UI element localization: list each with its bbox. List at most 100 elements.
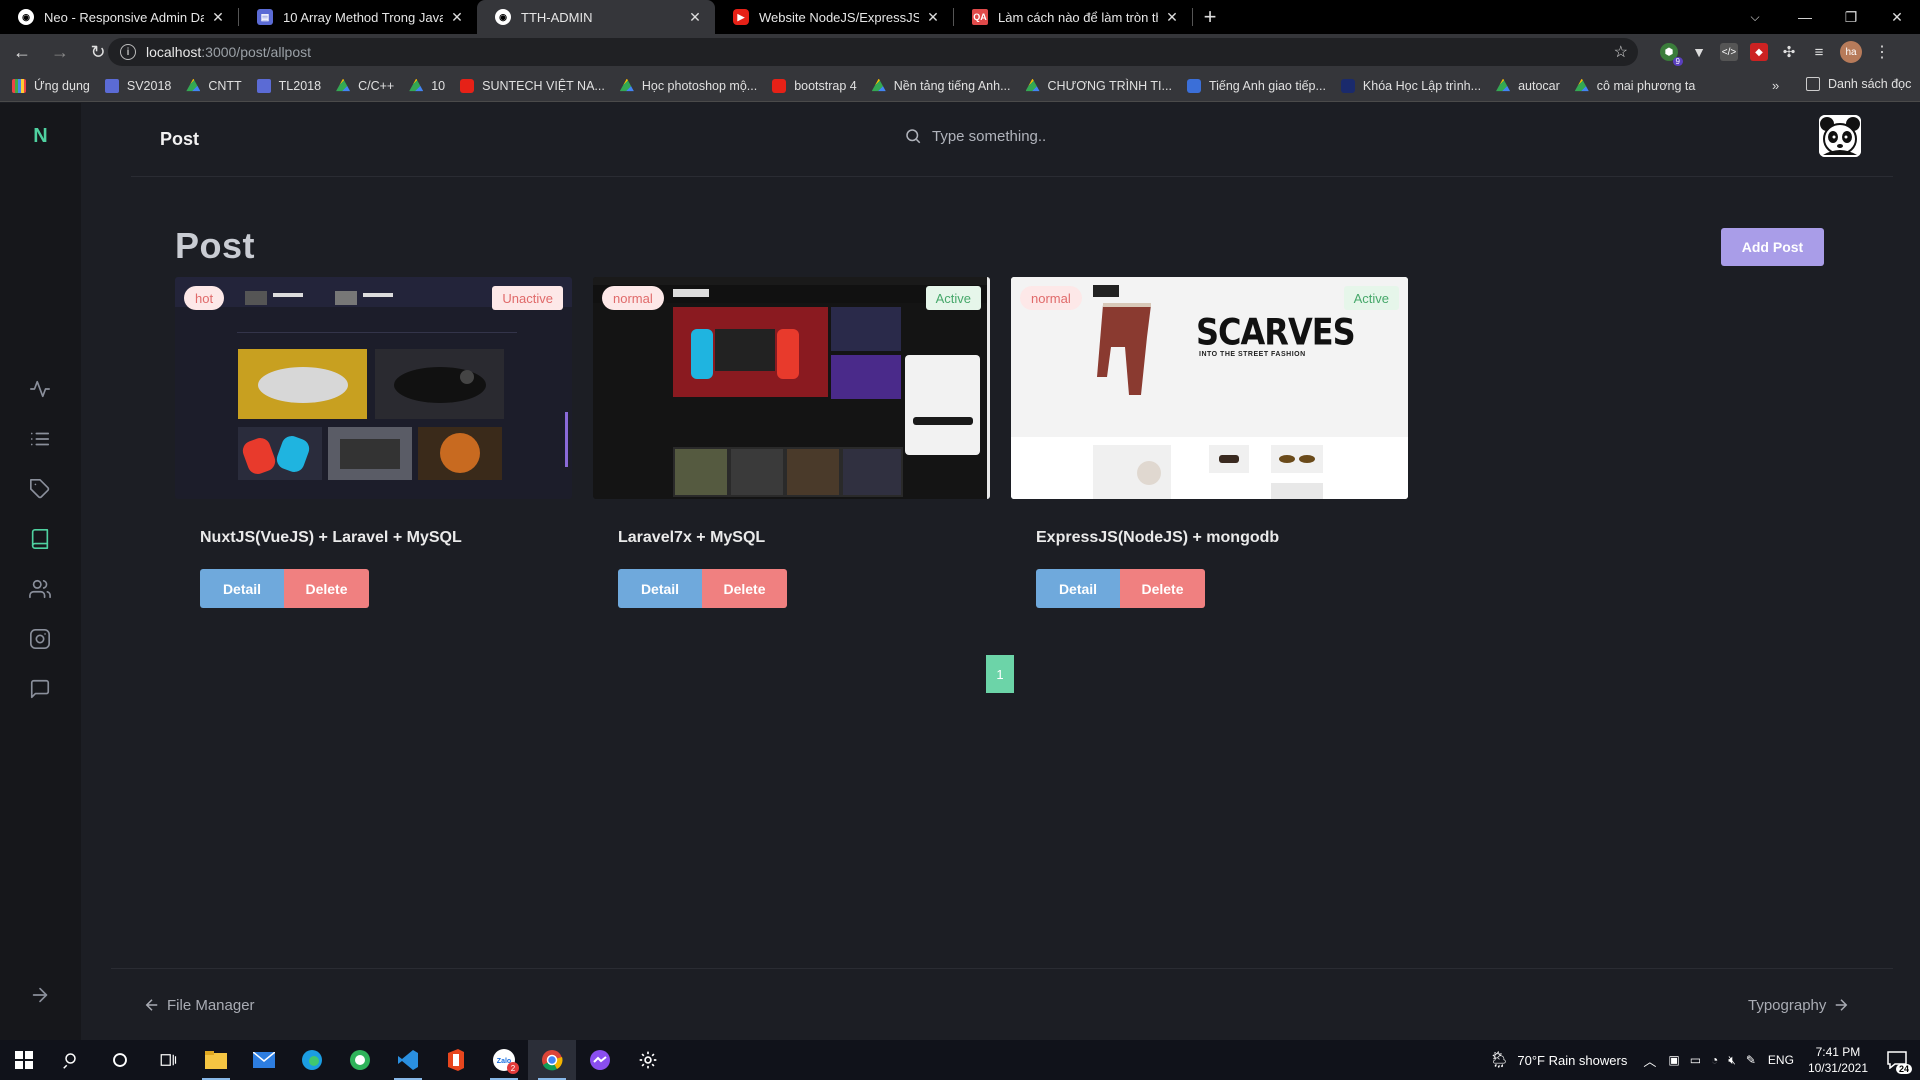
notification-center-icon[interactable]: 24 (1882, 1046, 1912, 1074)
close-icon[interactable]: ✕ (449, 9, 465, 26)
detail-button[interactable]: Detail (618, 569, 702, 608)
extension-icon[interactable]: </> (1720, 43, 1738, 61)
bookmark-item[interactable]: SV2018 (104, 78, 172, 93)
brand-logo[interactable]: N (0, 125, 81, 148)
bookmark-item[interactable]: Khóa Học Lập trình... (1340, 78, 1481, 93)
messenger-icon[interactable] (576, 1040, 624, 1080)
close-icon[interactable]: ✕ (925, 9, 941, 26)
search-input[interactable] (932, 127, 1232, 145)
battery-icon[interactable]: ▭ (1690, 1053, 1701, 1067)
tab-title: Neo - Responsive Admin Dashbo (44, 9, 204, 25)
bookmark-label: SV2018 (126, 78, 172, 93)
close-icon[interactable]: ✕ (210, 9, 226, 26)
bookmarks-overflow-button[interactable]: » (1772, 78, 1779, 93)
close-icon[interactable]: ✕ (1164, 9, 1180, 26)
post-status-badge: Unactive (492, 286, 563, 310)
meet-now-icon[interactable]: ▣ (1668, 1053, 1679, 1067)
message-icon[interactable] (28, 677, 52, 701)
close-icon[interactable]: ✕ (687, 9, 703, 26)
task-view-icon[interactable] (144, 1040, 192, 1080)
menu-kebab-icon[interactable]: ⋮ (1874, 42, 1890, 62)
close-window-icon[interactable]: ✕ (1874, 0, 1920, 34)
post-thumbnail[interactable]: normal Active (593, 277, 990, 499)
user-avatar[interactable] (1819, 115, 1861, 157)
tag-icon[interactable] (28, 477, 52, 501)
bookmark-item[interactable]: CNTT (186, 78, 242, 93)
reading-list-button[interactable]: Danh sách đọc (1806, 77, 1911, 91)
extensions-puzzle-icon[interactable]: ✣ (1780, 43, 1798, 61)
clock[interactable]: 7:41 PM 10/31/2021 (1808, 1044, 1868, 1076)
bookmark-item[interactable]: Ứng dụng (12, 78, 90, 93)
footer-next-link[interactable]: Typography (1748, 996, 1850, 1014)
minimize-icon[interactable]: — (1782, 0, 1828, 34)
expand-arrow-icon[interactable] (28, 983, 52, 1007)
site-info-icon[interactable]: i (120, 44, 136, 60)
app-green-icon[interactable] (336, 1040, 384, 1080)
vscode-icon[interactable] (384, 1040, 432, 1080)
weather-widget[interactable]: 🌦 70°F Rain showers (1489, 1050, 1627, 1070)
instagram-icon[interactable] (28, 627, 52, 651)
back-icon[interactable]: ← (6, 36, 38, 68)
detail-button[interactable]: Detail (1036, 569, 1120, 608)
browser-tab[interactable]: ▶ Website NodeJS/ExpressJS Chất l ✕ (715, 0, 953, 34)
bookmark-item[interactable]: 10 (409, 78, 445, 93)
search-icon (906, 129, 921, 144)
browser-tab-active[interactable]: ◉ TTH-ADMIN ✕ (477, 0, 715, 34)
bookmark-item[interactable]: autocar (1496, 78, 1560, 93)
bookmark-label: bootstrap 4 (794, 78, 857, 93)
browser-tab[interactable]: QA Làm cách nào để làm tròn thành ✕ (954, 0, 1192, 34)
delete-button[interactable]: Delete (702, 569, 787, 608)
footer-prev-label: File Manager (167, 996, 255, 1014)
browser-tab[interactable]: ▤ 10 Array Method Trong Javascrip ✕ (239, 0, 477, 34)
bookmark-item[interactable]: TL2018 (256, 78, 321, 93)
settings-gear-icon[interactable] (624, 1040, 672, 1080)
top-bar: Post (131, 103, 1893, 177)
users-icon[interactable] (28, 577, 52, 601)
bookmark-star-icon[interactable]: ☆ (1614, 42, 1628, 62)
browser-tab[interactable]: ◉ Neo - Responsive Admin Dashbo ✕ (0, 0, 238, 34)
edge-icon[interactable] (288, 1040, 336, 1080)
bookmark-item[interactable]: cô mai phương ta (1574, 78, 1695, 93)
detail-button[interactable]: Detail (200, 569, 284, 608)
extension-icon[interactable]: ◆ (1750, 43, 1768, 61)
address-bar[interactable]: i localhost:3000/post/allpost ☆ (108, 38, 1638, 66)
restore-icon[interactable]: ❐ (1828, 0, 1874, 34)
post-thumbnail[interactable]: hot Unactive (175, 277, 572, 499)
book-icon[interactable] (28, 527, 52, 551)
tab-search-icon[interactable]: ⌵ (1738, 0, 1772, 34)
media-control-icon[interactable]: ≡ (1810, 43, 1828, 61)
pagination-page-1[interactable]: 1 (986, 655, 1014, 693)
file-explorer-icon[interactable] (192, 1040, 240, 1080)
delete-button[interactable]: Delete (1120, 569, 1205, 608)
forward-icon[interactable]: → (44, 36, 76, 68)
bookmark-item[interactable]: bootstrap 4 (772, 78, 857, 93)
profile-avatar[interactable]: ha (1840, 41, 1862, 63)
bookmark-item[interactable]: C/C++ (336, 78, 394, 93)
cortana-icon[interactable] (96, 1040, 144, 1080)
language-indicator[interactable]: ENG (1768, 1053, 1794, 1067)
bookmark-item[interactable]: Nền tảng tiếng Anh... (871, 78, 1011, 93)
delete-button[interactable]: Delete (284, 569, 369, 608)
search-icon[interactable] (48, 1040, 96, 1080)
bookmark-item[interactable]: SUNTECH VIỆT NA... (460, 78, 605, 93)
post-thumbnail[interactable]: SCARVES INTO THE STREET FASHION normal A… (1011, 277, 1408, 499)
chevron-up-icon[interactable]: ︿ (1643, 1051, 1656, 1070)
office-icon[interactable] (432, 1040, 480, 1080)
chrome-icon[interactable] (528, 1040, 576, 1080)
add-post-button[interactable]: Add Post (1721, 228, 1824, 266)
bookmark-item[interactable]: CHƯƠNG TRÌNH TI... (1025, 78, 1172, 93)
pen-icon[interactable]: ✎ (1746, 1053, 1756, 1067)
extension-icon[interactable]: ⬢ 9 (1660, 43, 1683, 66)
list-icon[interactable] (28, 427, 52, 451)
zalo-icon[interactable]: Zalo 2 (480, 1040, 528, 1080)
wifi-icon[interactable]: ◔ (1711, 1053, 1718, 1067)
mail-icon[interactable] (240, 1040, 288, 1080)
bookmark-item[interactable]: Tiếng Anh giao tiếp... (1186, 78, 1326, 93)
activity-icon[interactable] (28, 377, 52, 401)
footer-prev-link[interactable]: File Manager (143, 996, 255, 1014)
volume-muted-icon[interactable]: 🔇︎ (1728, 1053, 1736, 1068)
vue-devtools-icon[interactable]: ▼ (1690, 43, 1708, 61)
bookmark-item[interactable]: Học photoshop mộ... (619, 78, 757, 93)
new-tab-button[interactable]: + (1193, 0, 1227, 34)
windows-start-icon[interactable] (0, 1040, 48, 1080)
